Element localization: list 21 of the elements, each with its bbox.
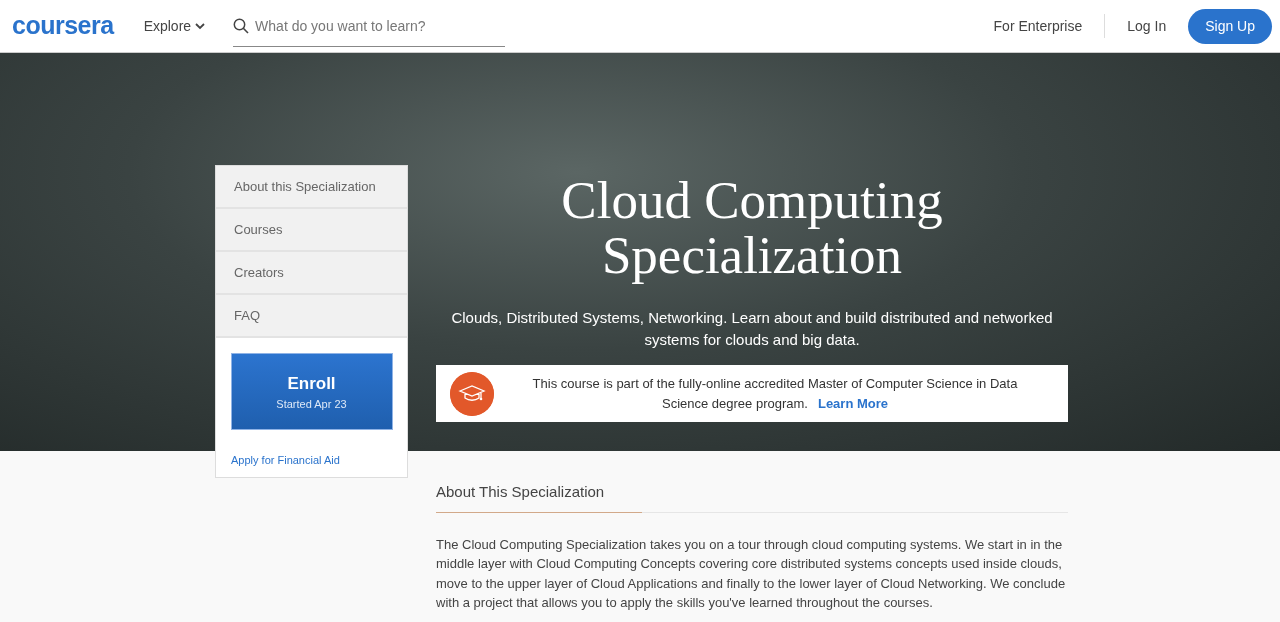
- hero-title: Cloud Computing Specialization: [560, 173, 944, 283]
- banner-text: This course is part of the fully-online accredited Master of Computer Science in Data Science degree program. Learn More: [531, 374, 1019, 413]
- login-link[interactable]: Log In: [1127, 15, 1167, 37]
- enterprise-link[interactable]: For Enterprise: [993, 15, 1083, 37]
- financial-aid-link[interactable]: Apply for Financial Aid: [231, 452, 340, 469]
- search-icon: [233, 18, 250, 34]
- sidebar-item[interactable]: About this Specialization: [216, 166, 407, 209]
- sidebar-item[interactable]: Courses: [216, 209, 407, 252]
- enroll-button[interactable]: Enroll Started Apr 23: [230, 353, 393, 430]
- sidebar-item[interactable]: Creators: [216, 252, 407, 295]
- about-paragraph: The Cloud Computing Specialization takes you on a tour through cloud computing systems. We start in in the middle layer with Cloud Computing Concepts covering core distributed systems concepts used inside clouds, move to the upper layer of Cloud Applications and finally to the lower layer of Cloud Networking. We conclude with a project that allows you to apply the skills you've learned throughout the courses.: [436, 535, 1067, 612]
- signup-button[interactable]: Sign Up: [1188, 8, 1272, 44]
- section-heading: About This Specialization: [436, 481, 642, 513]
- search-field[interactable]: What do you want to learn?: [233, 5, 506, 47]
- hero-subtitle: Clouds, Distributed Systems, Networking. Learn about and build distributed and networked systems for clouds and big data.: [450, 308, 1054, 350]
- logo[interactable]: coursera: [12, 7, 114, 45]
- caret-icon: [195, 22, 206, 30]
- explore-menu[interactable]: Explore: [143, 15, 206, 37]
- graduation-cap-icon: [450, 371, 494, 416]
- sidebar-item[interactable]: FAQ: [216, 295, 407, 338]
- learn-more-link[interactable]: Learn More: [817, 395, 889, 411]
